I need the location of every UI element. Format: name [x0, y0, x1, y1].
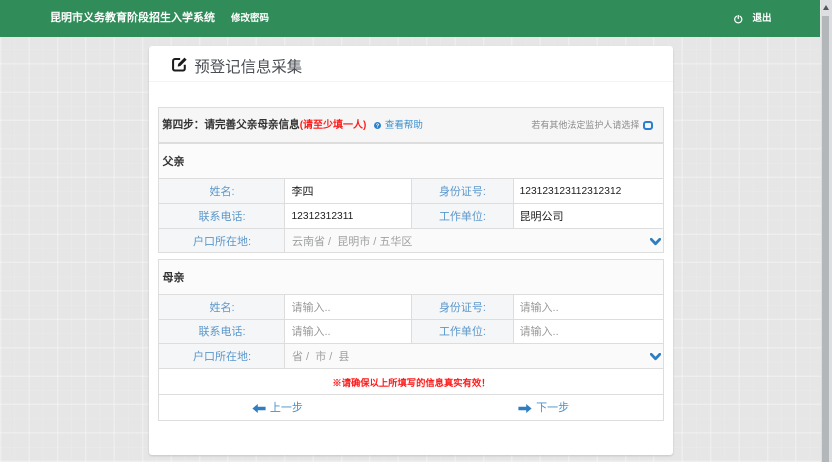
svg-text:?: ? [376, 123, 380, 129]
